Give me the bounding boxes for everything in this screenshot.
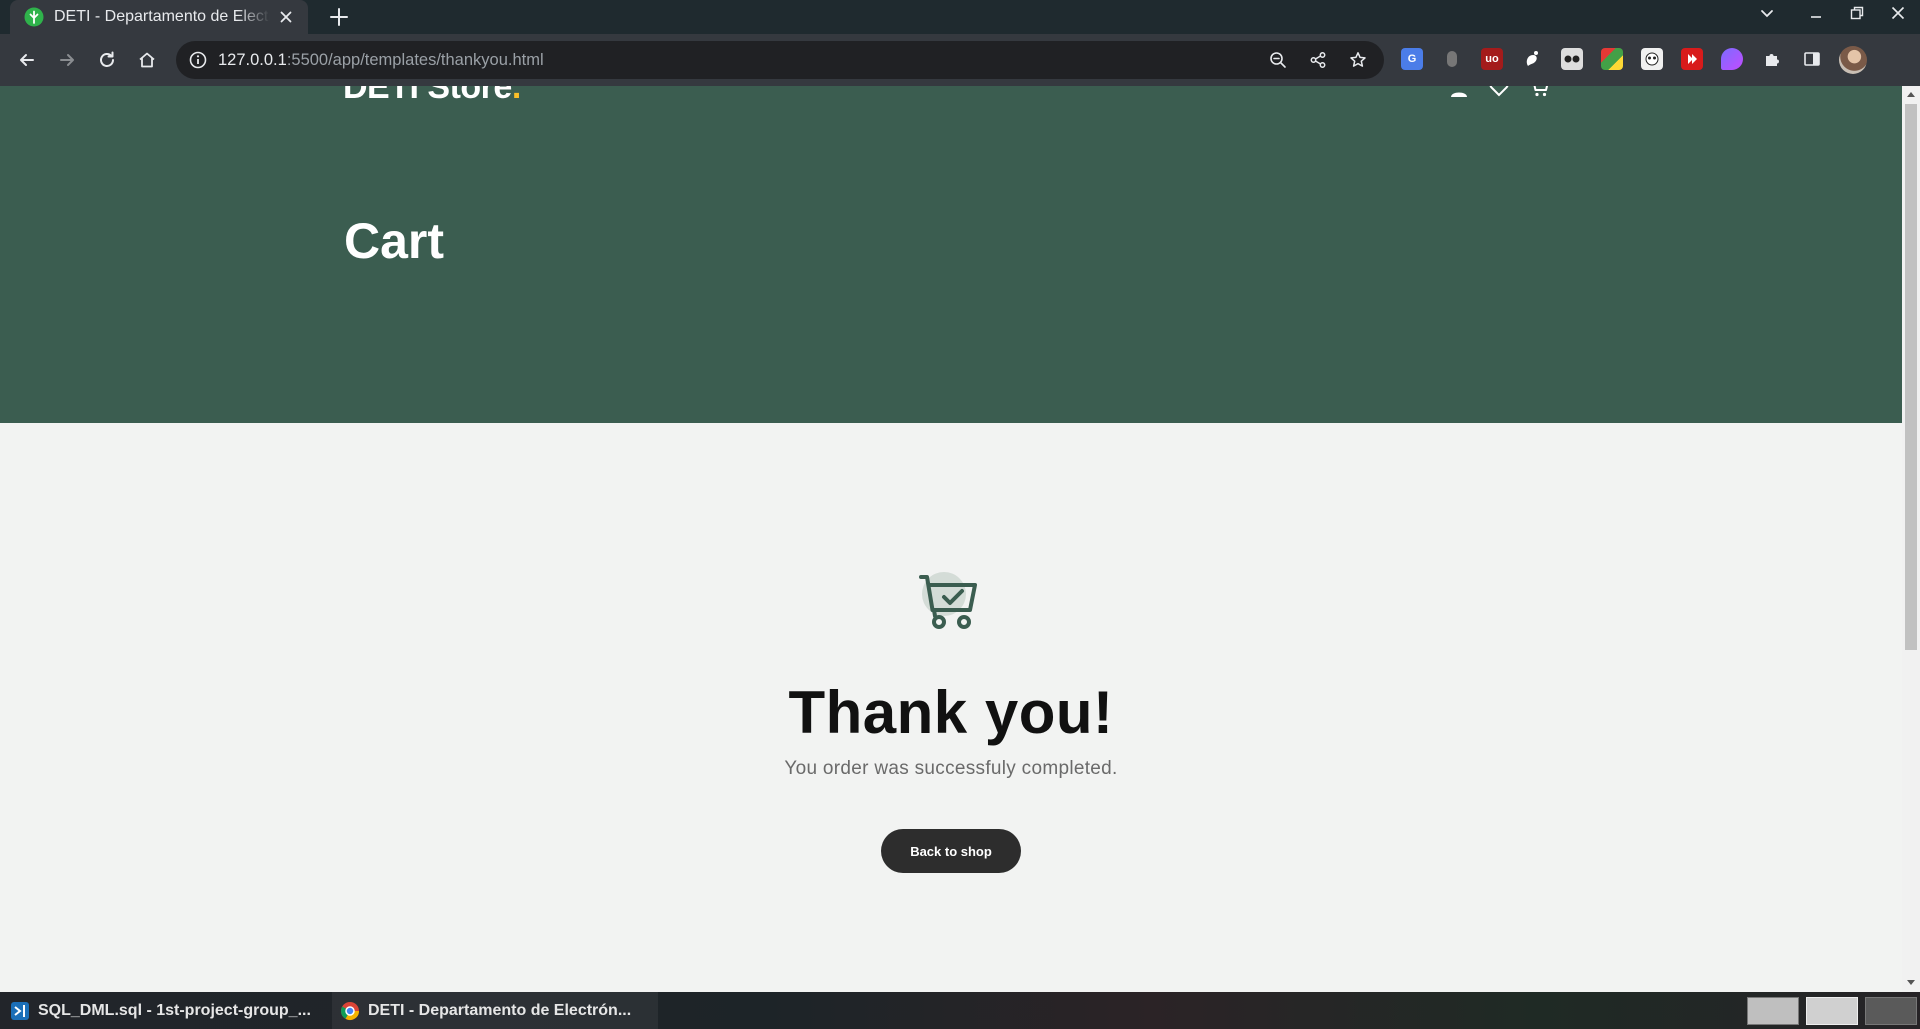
colorful-extension-icon[interactable] (1601, 48, 1623, 70)
share-icon[interactable] (1308, 50, 1328, 70)
logo-dot: . (511, 86, 521, 106)
profile-avatar[interactable] (1839, 46, 1867, 74)
minimize-icon[interactable] (1799, 0, 1833, 26)
os-taskbar: SQL_DML.sql - 1st-project-group_... DETI… (0, 992, 1920, 1029)
cart-icon[interactable] (1528, 86, 1550, 98)
header-nav-icons (1448, 86, 1550, 98)
panda-extension-icon[interactable] (1641, 48, 1663, 70)
workspace-3[interactable] (1865, 997, 1917, 1025)
url-host: 127.0.0.1 (218, 51, 287, 69)
scroll-down-arrow-icon[interactable] (1907, 980, 1915, 985)
reload-icon (100, 51, 114, 67)
arrow-left-icon (20, 54, 34, 66)
tab-title: DETI - Departamento de Electrónica, Tele… (54, 8, 270, 25)
workspace-1[interactable] (1747, 997, 1799, 1025)
address-bar[interactable]: 127.0.0.1:5500/app/templates/thankyou.ht… (176, 41, 1384, 79)
side-panel-icon[interactable] (1801, 48, 1823, 70)
site-info-icon[interactable] (188, 50, 208, 70)
taskbar-item-vscode[interactable]: SQL_DML.sql - 1st-project-group_... (0, 992, 330, 1029)
page-viewport: DETI Store. Cart Thank you! You order wa… (0, 86, 1902, 992)
user-icon[interactable] (1448, 86, 1470, 98)
bookmark-star-icon[interactable] (1348, 50, 1368, 70)
close-tab-icon[interactable] (276, 7, 296, 27)
heart-icon[interactable] (1488, 86, 1510, 98)
cart-check-icon (919, 572, 977, 629)
restore-icon[interactable] (1840, 0, 1874, 26)
page-scrollbar[interactable] (1902, 86, 1920, 992)
purple-extension-icon[interactable] (1721, 48, 1743, 70)
back-to-shop-button[interactable]: Back to shop (881, 829, 1021, 873)
workspace-2[interactable] (1806, 997, 1858, 1025)
back-button[interactable] (13, 46, 41, 74)
page-title: Cart (344, 213, 445, 269)
close-window-icon[interactable] (1881, 0, 1915, 26)
scroll-up-arrow-icon[interactable] (1907, 92, 1915, 97)
hero-section: DETI Store. Cart (0, 86, 1902, 423)
reload-button[interactable] (93, 46, 121, 74)
extensions-puzzle-icon[interactable] (1761, 48, 1783, 70)
new-tab-icon[interactable] (326, 4, 352, 30)
gnome-extension-icon[interactable] (1521, 48, 1543, 70)
home-button[interactable] (133, 46, 161, 74)
browser-tab[interactable]: DETI - Departamento de Electrónica, Tele… (10, 0, 308, 34)
deti-favicon-icon (24, 7, 44, 27)
mouse-extension-icon[interactable] (1441, 48, 1463, 70)
reader-extension-icon[interactable] (1561, 48, 1583, 70)
flash-extension-icon[interactable] (1681, 48, 1703, 70)
scrollbar-thumb[interactable] (1905, 104, 1917, 650)
url-path: :5500/app/templates/thankyou.html (286, 51, 544, 69)
forward-button[interactable] (53, 46, 81, 74)
ublock-origin-icon[interactable]: uo (1481, 48, 1503, 70)
browser-tab-strip: DETI - Departamento de Electrónica, Tele… (0, 0, 1920, 34)
vscode-icon (11, 1001, 29, 1020)
home-icon (139, 52, 155, 68)
taskbar-item-label: DETI - Departamento de Electrón... (368, 1001, 632, 1019)
zoom-out-icon[interactable] (1268, 50, 1288, 70)
tab-search-icon[interactable] (1750, 0, 1784, 26)
chrome-icon (341, 1001, 359, 1020)
logo-text: DETI Store (343, 86, 512, 106)
google-translate-icon[interactable]: G (1401, 48, 1423, 70)
taskbar-item-chrome[interactable]: DETI - Departamento de Electrón... (332, 992, 658, 1029)
thank-you-heading: Thank you! (788, 679, 1114, 746)
arrow-right-icon (60, 54, 74, 66)
browser-toolbar: 127.0.0.1:5500/app/templates/thankyou.ht… (0, 34, 1920, 86)
url-text[interactable]: 127.0.0.1:5500/app/templates/thankyou.ht… (218, 51, 544, 70)
order-success-message: You order was successfuly completed. (784, 758, 1118, 779)
site-logo[interactable]: DETI Store. (343, 86, 521, 107)
taskbar-item-label: SQL_DML.sql - 1st-project-group_... (38, 1001, 311, 1019)
